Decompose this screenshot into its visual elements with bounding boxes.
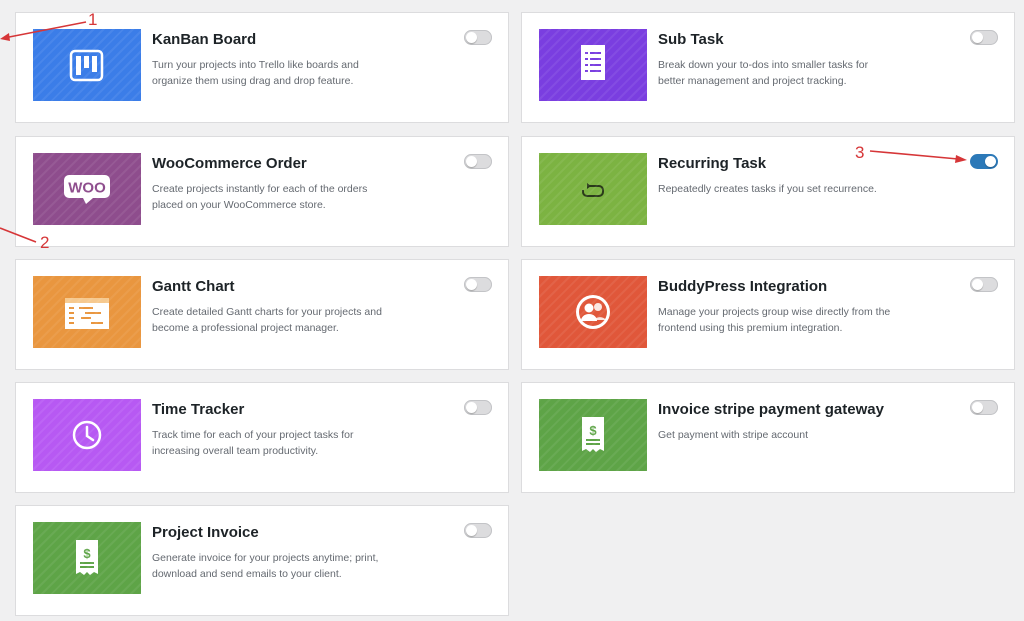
module-toggle-project-invoice[interactable] [464, 523, 492, 538]
toggle-knob [466, 156, 477, 167]
module-description: Turn your projects into Trello like boar… [152, 59, 359, 87]
module-card-buddypress-integration: BuddyPress Integration Manage your proje… [521, 259, 1015, 370]
module-description: Break down your to-dos into smaller task… [658, 59, 869, 87]
module-thumbnail [539, 153, 647, 225]
module-thumbnail [33, 276, 141, 348]
module-title: Gantt Chart [152, 278, 235, 295]
toggle-knob [466, 32, 477, 43]
svg-text:$: $ [83, 546, 91, 561]
module-toggle-recurring-task[interactable] [970, 154, 998, 169]
toggle-knob [972, 402, 983, 413]
toggle-knob [466, 525, 477, 536]
kanban-board-icon [69, 49, 104, 82]
toggle-knob [466, 402, 477, 413]
clock-icon [72, 420, 102, 450]
module-card-time-tracker: Time Tracker Track time for each of your… [15, 382, 509, 493]
recurring-arrow-icon [582, 183, 604, 197]
toggle-knob [972, 32, 983, 43]
module-title: BuddyPress Integration [658, 278, 828, 295]
annotation-label-2: 2 [40, 233, 50, 252]
module-toggle-invoice-stripe-payment-gateway[interactable] [970, 400, 998, 415]
annotation-label-1: 1 [88, 10, 98, 29]
module-title: KanBan Board [152, 31, 257, 48]
buddypress-users-icon [576, 295, 610, 329]
module-title: Time Tracker [152, 401, 245, 418]
toggle-knob [972, 279, 983, 290]
module-title: Recurring Task [658, 155, 767, 172]
module-toggle-time-tracker[interactable] [464, 400, 492, 415]
invoice-dollar-icon: $ [76, 540, 98, 575]
module-title: WooCommerce Order [152, 155, 307, 172]
toggle-knob [985, 156, 996, 167]
svg-text:WOO: WOO [68, 180, 106, 197]
module-card-woocommerce-order: WOO WooCommerce Order Create projects in… [15, 136, 509, 247]
module-toggle-buddypress-integration[interactable] [970, 277, 998, 292]
module-toggle-gantt-chart[interactable] [464, 277, 492, 292]
module-title: Project Invoice [152, 524, 259, 541]
module-description: Get payment with stripe account [658, 429, 808, 441]
module-thumbnail: $ [539, 399, 647, 471]
module-thumbnail [33, 399, 141, 471]
module-description: Create projects instantly for each of th… [152, 183, 368, 211]
module-description: Generate invoice for your projects anyti… [152, 552, 379, 580]
woocommerce-logo-icon: WOO [64, 175, 110, 204]
module-card-gantt-chart: Gantt Chart Create detailed Gantt charts… [15, 259, 509, 370]
module-title: Invoice stripe payment gateway [658, 401, 884, 418]
module-toggle-kanban-board[interactable] [464, 30, 492, 45]
toggle-knob [466, 279, 477, 290]
module-card-sub-task: Sub Task Break down your to-dos into sma… [521, 12, 1015, 123]
annotation-arrowhead-1 [0, 33, 10, 41]
module-thumbnail [33, 29, 141, 101]
module-thumbnail: WOO [33, 153, 141, 225]
module-description: Create detailed Gantt charts for your pr… [152, 306, 382, 334]
module-card-invoice-stripe-payment-gateway: $ Invoice stripe payment gateway Get pay… [521, 382, 1015, 493]
annotation-label-3: 3 [855, 143, 865, 162]
module-toggle-woocommerce-order[interactable] [464, 154, 492, 169]
module-toggle-sub-task[interactable] [970, 30, 998, 45]
module-title: Sub Task [658, 31, 724, 48]
module-description: Track time for each of your project task… [152, 429, 354, 457]
module-thumbnail: $ [33, 522, 141, 594]
module-description: Manage your projects group wise directly… [658, 306, 891, 334]
module-card-project-invoice: $ Project Invoice Generate invoice for y… [15, 505, 509, 616]
module-thumbnail [539, 276, 647, 348]
module-thumbnail [539, 29, 647, 101]
gantt-chart-icon [65, 298, 109, 329]
svg-text:$: $ [589, 423, 597, 438]
module-description: Repeatedly creates tasks if you set recu… [658, 183, 877, 195]
invoice-dollar-icon: $ [582, 417, 604, 452]
module-card-recurring-task: Recurring Task Repeatedly creates tasks … [521, 136, 1015, 247]
subtask-document-icon [581, 45, 605, 80]
